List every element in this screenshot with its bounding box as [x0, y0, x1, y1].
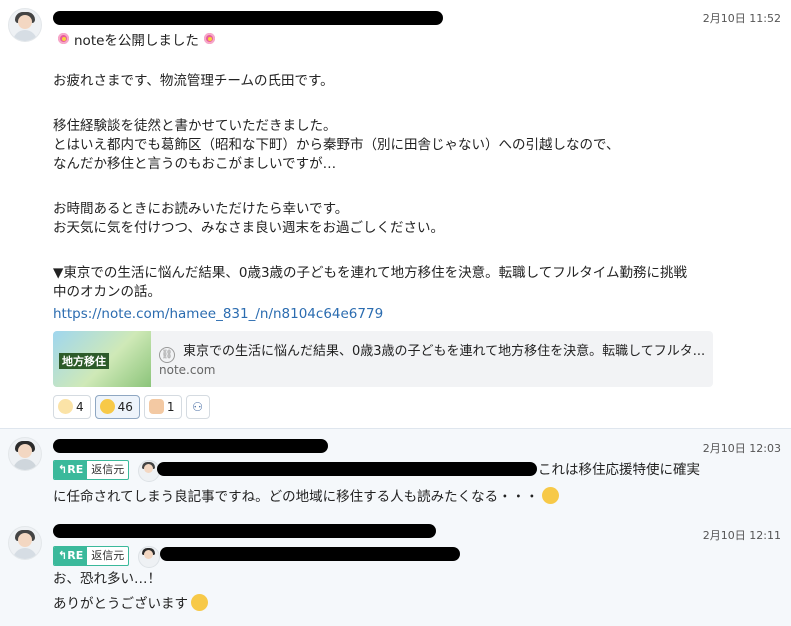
article-link[interactable]: https://note.com/hamee_831_/n/n8104c64e6…	[53, 305, 383, 323]
message-text-body: ありがとうございます	[53, 596, 188, 612]
message-text: お天気に気を付けつつ、みなさま良い週末をお過ごしください。	[53, 220, 444, 236]
message-text: ありがとうございます	[53, 594, 208, 613]
link-preview-card[interactable]: 地方移住 ⛓ 東京での生活に悩んだ結果、0歳3歳の子どもを連れて地方移住を決意。転…	[53, 331, 713, 387]
re-label: RE	[67, 549, 84, 562]
reaction-cry-face[interactable]: 46	[94, 395, 140, 419]
message-text: 中のオカンの話。	[53, 284, 161, 300]
preview-domain: note.com	[159, 363, 216, 377]
reaction-party-popper[interactable]: 4	[53, 395, 91, 419]
flower-icon	[202, 32, 217, 47]
reply-arrow-icon: ↰RE	[54, 547, 88, 565]
preview-title[interactable]: ⛓ 東京での生活に悩んだ結果、0歳3歳の子どもを連れて地方移住を決意。転職してフル…	[159, 340, 705, 363]
timestamp: 2月10日 12:03	[702, 442, 781, 455]
redacted-sender-name	[53, 439, 328, 453]
reaction-count: 1	[166, 400, 175, 414]
message-text: とはいえ都内でも葛飾区（昭和な下町）から秦野市（別に田舎じゃない）への引越しなの…	[53, 137, 620, 153]
link-icon: ⛓	[159, 347, 175, 363]
preview-thumbnail: 地方移住	[53, 331, 151, 387]
reply-badge[interactable]: ↰RE 返信元	[53, 546, 130, 566]
reaction-count: 46	[117, 400, 133, 414]
message-text: お、恐れ多い…！	[53, 571, 161, 587]
flower-icon	[56, 32, 71, 47]
message-text: お時間あるときにお読みいただけたら幸いです。	[53, 201, 349, 217]
reply-arrow-icon: ↰RE	[54, 461, 88, 479]
redacted-sender-name	[53, 11, 443, 25]
message-text-body: に任命されてしまう良記事ですね。どの地域に移住する人も読みたくなる・・・	[53, 489, 539, 505]
grateful-face-icon	[191, 594, 208, 611]
timestamp: 2月10日 12:11	[702, 529, 781, 542]
redacted-reply-target	[157, 462, 537, 476]
reaction-users-button[interactable]: ⚇	[185, 395, 210, 419]
reaction-thumbs-up[interactable]: 1	[143, 395, 182, 419]
redacted-reply-target	[160, 547, 460, 561]
reply-source-label: 返信元	[91, 463, 125, 476]
reply-badge[interactable]: ↰RE 返信元	[53, 460, 130, 480]
reaction-count: 4	[76, 400, 84, 414]
message-heading: noteを公開しました	[53, 32, 220, 50]
dizzy-face-icon	[541, 487, 559, 504]
timestamp: 2月10日 11:52	[702, 12, 781, 25]
avatar[interactable]	[8, 8, 42, 42]
redacted-sender-name	[53, 524, 436, 538]
party-popper-icon	[58, 399, 73, 414]
message-3: 2月10日 12:11 ↰RE 返信元 お、恐れ多い…！ ありがとうございます	[0, 520, 791, 626]
reply-target-avatar[interactable]	[138, 546, 160, 568]
thumbnail-label: 地方移住	[59, 353, 109, 369]
users-icon: ⚇	[192, 400, 203, 414]
message-text: に任命されてしまう良記事ですね。どの地域に移住する人も読みたくなる・・・	[53, 487, 559, 506]
message-1: 2月10日 11:52 noteを公開しました お疲れさまです、物流管理チームの…	[0, 0, 791, 428]
message-text: なんだか移住と言うのもおこがましいですが…	[53, 156, 337, 172]
cry-face-icon	[99, 399, 115, 414]
message-text: お疲れさまです、物流管理チームの氏田です。	[53, 73, 334, 89]
reply-source-label: 返信元	[91, 549, 125, 562]
heading-text: noteを公開しました	[74, 33, 199, 49]
message-text: 移住経験談を徒然と書かせていただきました。	[53, 118, 337, 134]
preview-title-text: 東京での生活に悩んだ結果、0歳3歳の子どもを連れて地方移住を決意。転職してフルタ…	[183, 344, 706, 359]
avatar[interactable]	[8, 526, 42, 560]
message-2: 2月10日 12:03 ↰RE 返信元 これは移住応援特使に確実 に任命されてしま…	[0, 428, 791, 521]
message-text: ▼東京での生活に悩んだ結果、0歳3歳の子どもを連れて地方移住を決意。転職してフル…	[53, 265, 687, 281]
thumbs-up-icon	[148, 399, 164, 414]
message-text: これは移住応援特使に確実	[538, 462, 700, 478]
reactions-bar: 4 46 1 ⚇	[53, 395, 210, 419]
avatar[interactable]	[8, 437, 42, 471]
re-label: RE	[67, 463, 84, 476]
